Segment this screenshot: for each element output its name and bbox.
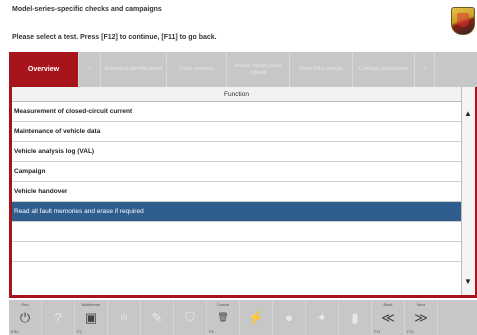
document-button[interactable]: ▮ xyxy=(339,300,372,335)
esc-key-label: ESC xyxy=(11,329,20,334)
lightning-icon: ⚡ xyxy=(247,310,265,325)
edit-button[interactable]: ✎ xyxy=(141,300,174,335)
function-panel: Function Measurement of closed-circuit c… xyxy=(9,87,477,298)
page-title: Model-series-specific checks and campaig… xyxy=(12,6,162,13)
function-list: Measurement of closed-circuit current Ma… xyxy=(12,102,461,262)
tab-actual-values[interactable]: Actual values input signals xyxy=(227,52,290,87)
filter-button[interactable]: ⛉ xyxy=(174,300,207,335)
end-button[interactable]: End ⏻ ESC xyxy=(9,300,42,335)
scroll-up-icon[interactable]: ▲ xyxy=(464,109,472,118)
back-label: Back xyxy=(383,302,393,307)
bar-chart-icon: ılı xyxy=(120,312,128,322)
function-row-empty xyxy=(12,242,461,262)
brand-crest-logo xyxy=(451,7,475,35)
filter-icon: ⛉ xyxy=(185,310,195,325)
next-button[interactable]: Next ≫ F12 xyxy=(405,300,438,335)
pencil-icon: ✎ xyxy=(151,310,163,325)
double-chevron-left-icon: ≪ xyxy=(381,310,395,325)
function-key-bar: End ⏻ ESC ? Multimeter ▣ F2 ılı ✎ ⛉ Canc… xyxy=(9,300,477,335)
f2-key-label: F2 xyxy=(77,329,82,334)
tab-overview[interactable]: Overview xyxy=(9,52,79,87)
column-header-function: Function xyxy=(12,87,461,102)
vertical-scrollbar[interactable]: ▲ ▼ xyxy=(461,87,475,295)
function-row-empty xyxy=(12,222,461,242)
function-row[interactable]: Vehicle analysis log (VAL) xyxy=(12,142,461,162)
multimeter-icon: ▣ xyxy=(84,310,98,325)
tools-icon: ✦ xyxy=(316,310,328,325)
f12-key-label: F12 xyxy=(407,329,414,334)
f11-key-label: F11 xyxy=(374,329,381,334)
power-icon: ⏻ xyxy=(19,310,31,325)
circle-icon: ● xyxy=(285,310,293,325)
multimeter-button[interactable]: Multimeter ▣ F2 xyxy=(75,300,108,335)
trash-icon: 🗑 xyxy=(217,312,229,322)
document-icon: ▮ xyxy=(351,310,359,325)
flash-button[interactable]: ⚡ xyxy=(240,300,273,335)
scroll-down-icon[interactable]: ▼ xyxy=(464,277,472,286)
end-label: End xyxy=(21,302,29,307)
tab-scroll-right[interactable]: » xyxy=(415,52,435,87)
double-chevron-right-icon: ≫ xyxy=(414,310,428,325)
help-button[interactable]: ? xyxy=(42,300,75,335)
cancel-label: Cancel xyxy=(216,302,230,307)
next-label: Next xyxy=(416,302,426,307)
tab-scroll-left[interactable]: » xyxy=(79,52,101,87)
function-row[interactable]: Campaign xyxy=(12,162,461,182)
tab-bar: Overview » Extended identifications Faul… xyxy=(9,52,477,90)
cancel-button[interactable]: Cancel 🗑 F6 xyxy=(207,300,240,335)
function-row[interactable]: Vehicle handover xyxy=(12,182,461,202)
tab-codings-adaptations[interactable]: Codings adaptations xyxy=(353,52,415,87)
back-button[interactable]: Back ≪ F11 xyxy=(372,300,405,335)
function-row[interactable]: Maintenance of vehicle data xyxy=(12,122,461,142)
record-button[interactable]: ● xyxy=(273,300,306,335)
tools-button[interactable]: ✦ xyxy=(306,300,339,335)
function-row[interactable]: Measurement of closed-circuit current xyxy=(12,102,461,122)
multimeter-label: Multimeter xyxy=(81,302,101,307)
f6-key-label: F6 xyxy=(209,329,214,334)
instruction-text: Please select a test. Press [F12] to con… xyxy=(12,34,217,41)
measure-button[interactable]: ılı xyxy=(108,300,141,335)
tab-drive-links[interactable]: Drive links checks xyxy=(290,52,353,87)
tab-fault-memory[interactable]: Fault memory xyxy=(167,52,227,87)
tab-extended-identifications[interactable]: Extended identifications xyxy=(101,52,167,87)
function-row-selected[interactable]: Read all fault memories and erase if req… xyxy=(12,202,461,222)
help-icon: ? xyxy=(54,310,62,325)
